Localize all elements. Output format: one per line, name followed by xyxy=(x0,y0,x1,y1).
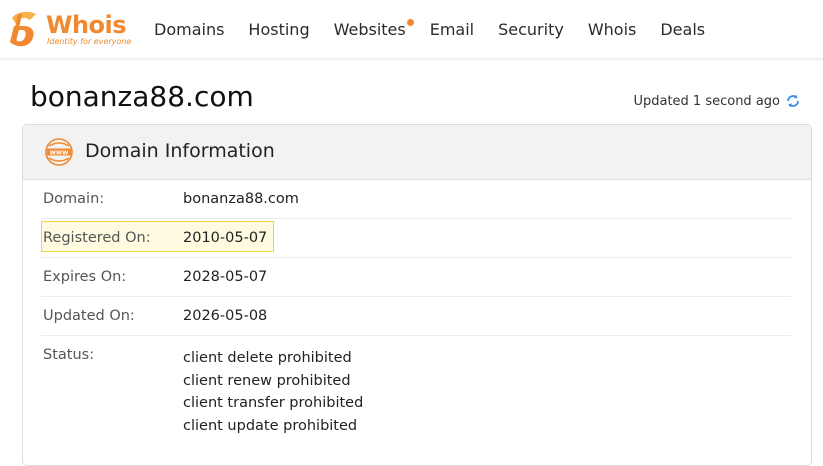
row-updated-on: Updated On: 2026-05-08 xyxy=(41,297,791,336)
nav-websites-label: Websites xyxy=(333,20,406,39)
domain-info-card: WWW Domain Information Domain: bonanza88… xyxy=(22,124,812,466)
whois-logo-icon xyxy=(10,11,36,47)
nav-deals[interactable]: Deals xyxy=(660,19,705,43)
nav-hosting[interactable]: Hosting xyxy=(248,19,309,43)
logo-tagline: Identity for everyone xyxy=(47,37,132,46)
row-label: Expires On: xyxy=(43,269,127,285)
row-label: Updated On: xyxy=(43,308,135,324)
status-item: client update prohibited xyxy=(183,417,358,434)
site-header: Whois Identity for everyone Domains Host… xyxy=(0,0,823,59)
status-values: client delete prohibited client renew pr… xyxy=(183,347,363,437)
nav-domains[interactable]: Domains xyxy=(154,19,224,43)
whois-logo[interactable]: Whois Identity for everyone xyxy=(6,10,136,50)
row-label: Domain: xyxy=(43,191,105,207)
row-label: Status: xyxy=(43,347,95,363)
main-nav: Domains Hosting Websites Email Security … xyxy=(154,19,729,43)
row-value: bonanza88.com xyxy=(183,191,299,207)
row-label: Registered On: xyxy=(43,230,151,246)
nav-whois[interactable]: Whois xyxy=(588,19,637,43)
www-globe-icon: WWW xyxy=(45,138,73,166)
status-item: client transfer prohibited xyxy=(183,395,364,411)
refresh-icon[interactable] xyxy=(785,93,801,109)
card-title: Domain Information xyxy=(85,140,275,162)
updated-text: Updated 1 second ago xyxy=(633,93,780,109)
logo-text: Whois xyxy=(46,11,127,39)
info-rows: Domain: bonanza88.com Registered On: 201… xyxy=(41,180,791,465)
row-value: 2026-05-08 xyxy=(183,308,268,324)
nav-websites[interactable]: Websites xyxy=(333,19,414,43)
row-domain: Domain: bonanza88.com xyxy=(41,180,791,219)
row-expires-on: Expires On: 2028-05-07 xyxy=(41,258,791,297)
status-item: client delete prohibited xyxy=(183,350,352,366)
row-registered-on: Registered On: 2010-05-07 xyxy=(41,219,791,258)
page-title: bonanza88.com xyxy=(30,80,254,113)
new-badge-dot xyxy=(406,19,414,26)
updated-status: Updated 1 second ago xyxy=(633,93,801,109)
row-value: 2010-05-07 xyxy=(183,230,268,246)
nav-security[interactable]: Security xyxy=(498,19,564,43)
row-value: 2028-05-07 xyxy=(183,269,268,285)
card-header: WWW Domain Information xyxy=(23,125,811,180)
row-status: Status: client delete prohibited client … xyxy=(41,336,791,465)
svg-text:WWW: WWW xyxy=(50,150,69,156)
status-item: client renew prohibited xyxy=(183,372,351,389)
nav-email[interactable]: Email xyxy=(430,19,474,43)
